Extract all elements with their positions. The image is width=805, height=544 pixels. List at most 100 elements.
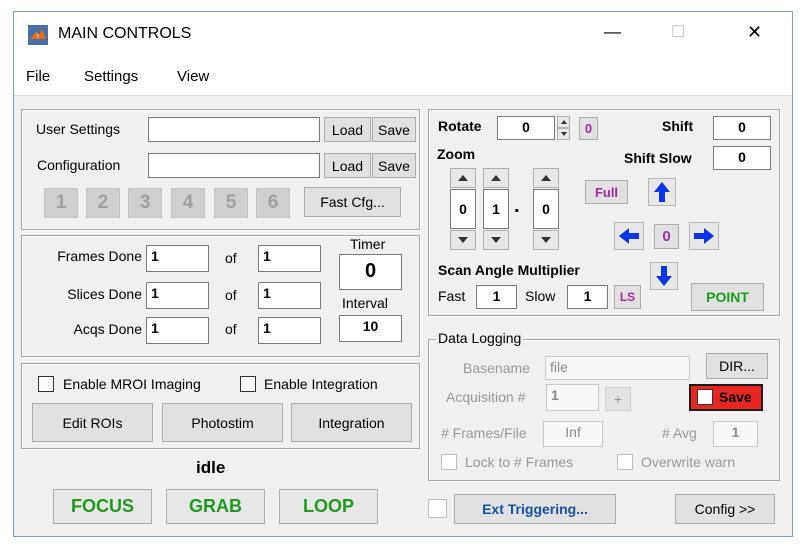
- minimize-button[interactable]: —: [604, 22, 621, 42]
- menu-view[interactable]: View: [177, 68, 209, 85]
- overwrite-warn-label: Overwrite warn: [641, 454, 736, 470]
- quick-cfg-6-button[interactable]: 6: [256, 188, 290, 218]
- frames-per-file-input[interactable]: Inf: [543, 421, 603, 447]
- overwrite-warn-checkbox[interactable]: [617, 454, 633, 470]
- acquisition-number-input[interactable]: 1: [546, 384, 599, 411]
- slices-total-input[interactable]: 1: [258, 282, 321, 309]
- matlab-icon: [28, 25, 48, 45]
- avg-label: # Avg: [662, 425, 697, 441]
- quick-cfg-3-button[interactable]: 3: [128, 188, 162, 218]
- configuration-save-button[interactable]: Save: [372, 153, 416, 178]
- menu-file[interactable]: File: [26, 68, 50, 85]
- quick-cfg-4-button[interactable]: 4: [171, 188, 205, 218]
- shift-down-button[interactable]: [650, 262, 678, 290]
- rotate-down-button[interactable]: [557, 128, 570, 140]
- fast-multiplier-input[interactable]: 1: [476, 285, 517, 309]
- basename-input[interactable]: file: [545, 356, 690, 380]
- rotate-zero-button[interactable]: 0: [579, 117, 598, 140]
- title-bar: MAIN CONTROLS — ☐ ✕: [14, 12, 792, 58]
- fast-cfg-button[interactable]: Fast Cfg...: [304, 187, 401, 217]
- lock-to-frames-checkbox[interactable]: [441, 454, 457, 470]
- status-text: idle: [196, 458, 226, 477]
- user-settings-input[interactable]: [148, 117, 320, 142]
- ext-triggering-button[interactable]: Ext Triggering...: [454, 494, 616, 524]
- user-settings-save-button[interactable]: Save: [372, 117, 416, 142]
- configuration-label: Configuration: [37, 157, 121, 173]
- grab-button[interactable]: GRAB: [166, 489, 265, 524]
- shift-slow-label: Shift Slow: [624, 150, 692, 166]
- slow-multiplier-input[interactable]: 1: [567, 285, 608, 309]
- enable-mroi-checkbox[interactable]: [38, 376, 54, 392]
- zoom-digit-3[interactable]: 0: [533, 189, 559, 229]
- photostim-button[interactable]: Photostim: [162, 403, 283, 442]
- frames-per-file-label: # Frames/File: [441, 425, 527, 441]
- basename-label: Basename: [463, 360, 530, 376]
- user-settings-label: User Settings: [36, 121, 121, 137]
- save-toggle[interactable]: Save: [689, 384, 763, 411]
- zoom-digit-2[interactable]: 1: [483, 189, 509, 229]
- user-settings-load-button[interactable]: Load: [324, 117, 371, 142]
- rotate-input[interactable]: 0: [497, 116, 555, 140]
- shift-input[interactable]: 0: [713, 116, 771, 140]
- enable-integration-checkbox[interactable]: [240, 376, 256, 392]
- data-logging-title: Data Logging: [436, 330, 524, 346]
- maximize-button[interactable]: ☐: [671, 22, 685, 42]
- enable-mroi-label: Enable MROI Imaging: [63, 376, 201, 392]
- frames-done-label: Frames Done: [57, 248, 142, 264]
- frames-done-input[interactable]: 1: [146, 245, 209, 272]
- interval-label: Interval: [342, 295, 388, 311]
- shift-up-button[interactable]: [648, 178, 676, 206]
- zoom-digit-1[interactable]: 0: [450, 189, 476, 229]
- acqs-of-label: of: [225, 321, 237, 337]
- quick-cfg-5-button[interactable]: 5: [214, 188, 248, 218]
- configuration-input[interactable]: [148, 153, 320, 178]
- zoom-digit-1-down-button[interactable]: [450, 230, 476, 250]
- lock-to-frames-label: Lock to # Frames: [465, 454, 574, 470]
- save-checkbox[interactable]: [697, 389, 713, 405]
- slices-of-label: of: [225, 287, 237, 303]
- point-button[interactable]: POINT: [691, 283, 764, 311]
- menu-bar: File Settings View: [14, 58, 792, 96]
- loop-button[interactable]: LOOP: [279, 489, 378, 524]
- ext-triggering-checkbox[interactable]: [428, 499, 447, 518]
- scan-angle-multiplier-label: Scan Angle Multiplier: [438, 262, 580, 278]
- zoom-digit-3-down-button[interactable]: [533, 230, 559, 250]
- close-button[interactable]: ✕: [747, 22, 762, 43]
- integration-button[interactable]: Integration: [291, 403, 412, 442]
- quick-cfg-2-button[interactable]: 2: [86, 188, 120, 218]
- zoom-digit-2-up-button[interactable]: [483, 168, 509, 188]
- enable-integration-label: Enable Integration: [264, 376, 378, 392]
- config-expand-button[interactable]: Config >>: [675, 494, 775, 524]
- acquisition-number-label: Acquisition #: [446, 389, 526, 405]
- zoom-label: Zoom: [437, 146, 476, 162]
- edit-rois-button[interactable]: Edit ROIs: [32, 403, 153, 442]
- rotate-up-button[interactable]: [557, 116, 570, 128]
- acqs-total-input[interactable]: 1: [258, 317, 321, 344]
- frames-total-input[interactable]: 1: [258, 245, 321, 272]
- menu-settings[interactable]: Settings: [84, 68, 138, 85]
- line-scan-button[interactable]: LS: [614, 285, 641, 309]
- dir-button[interactable]: DIR...: [706, 353, 768, 379]
- focus-button[interactable]: FOCUS: [53, 489, 152, 524]
- zoom-decimal-point: .: [514, 195, 520, 217]
- interval-input[interactable]: 10: [339, 315, 402, 342]
- shift-right-button[interactable]: [689, 222, 719, 250]
- zoom-digit-3-up-button[interactable]: [533, 168, 559, 188]
- save-toggle-label: Save: [719, 389, 752, 405]
- arrow-up-icon: [654, 182, 670, 202]
- zoom-digit-2-down-button[interactable]: [483, 230, 509, 250]
- zoom-full-button[interactable]: Full: [585, 180, 628, 204]
- shift-left-button[interactable]: [614, 222, 644, 250]
- quick-cfg-1-button[interactable]: 1: [44, 188, 78, 218]
- configuration-load-button[interactable]: Load: [324, 153, 371, 178]
- zoom-digit-1-up-button[interactable]: [450, 168, 476, 188]
- shift-center-button[interactable]: 0: [654, 224, 679, 249]
- acquisition-increment-button[interactable]: +: [605, 387, 631, 411]
- window-title: MAIN CONTROLS: [58, 25, 192, 42]
- slices-done-input[interactable]: 1: [146, 282, 209, 309]
- arrow-down-icon: [656, 266, 672, 286]
- shift-slow-input[interactable]: 0: [713, 146, 771, 170]
- avg-input[interactable]: 1: [713, 421, 758, 447]
- acqs-done-input[interactable]: 1: [146, 317, 209, 344]
- timer-label: Timer: [350, 236, 386, 252]
